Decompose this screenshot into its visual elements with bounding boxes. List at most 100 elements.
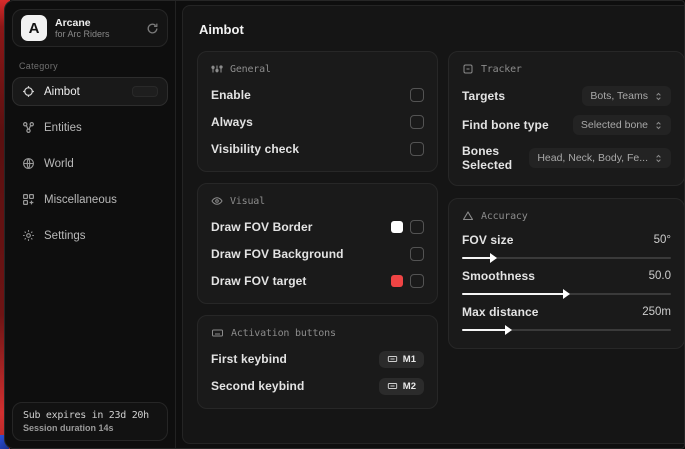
setting-row: Find bone type Selected bone xyxy=(462,115,671,135)
sliders-icon xyxy=(211,63,223,75)
general-card: General Enable Always Visibility check xyxy=(197,51,438,172)
sub-expiry-text: Sub expires in 23d 20h xyxy=(23,410,157,421)
keyboard-icon xyxy=(387,381,398,391)
card-header-label: Activation buttons xyxy=(231,328,336,339)
fov-size-slider[interactable] xyxy=(462,257,671,259)
accuracy-card: Accuracy FOV size 50° xyxy=(448,198,685,349)
find-bone-type-dropdown[interactable]: Selected bone xyxy=(573,115,671,135)
page-title: Aimbot xyxy=(199,22,685,37)
sidebar-item-label: Miscellaneous xyxy=(44,194,117,206)
sidebar-item-label: Aimbot xyxy=(44,86,80,98)
brand-card: A Arcane for Arc Riders xyxy=(12,9,168,47)
setting-row: Enable xyxy=(211,86,424,104)
dropdown-value: Head, Neck, Body, Fe... xyxy=(537,152,648,164)
sidebar-item-aimbot[interactable]: Aimbot xyxy=(12,77,168,106)
setting-row: Targets Bots, Teams xyxy=(462,86,671,106)
dropdown-value: Selected bone xyxy=(581,119,648,131)
slider-thumb[interactable] xyxy=(490,253,497,263)
session-duration-text: Session duration 14s xyxy=(23,423,157,433)
brand-logo: A xyxy=(21,15,47,41)
smoothness-slider[interactable] xyxy=(462,293,671,295)
second-keybind-button[interactable]: M2 xyxy=(379,378,424,395)
keybind-hint-badge xyxy=(132,86,158,97)
setting-label: FOV size xyxy=(462,233,513,247)
main-panel: Aimbot General Enable Alw xyxy=(182,5,685,444)
keybind-value: M1 xyxy=(403,354,416,365)
setting-label: First keybind xyxy=(211,352,287,366)
fov-size-slider-group: FOV size 50° xyxy=(462,233,671,259)
setting-label: Enable xyxy=(211,88,251,102)
visual-card: Visual Draw FOV Border Draw FOV Backgrou… xyxy=(197,183,438,304)
setting-label: Draw FOV target xyxy=(211,274,307,288)
slider-value: 50.0 xyxy=(649,270,671,282)
sidebar-item-settings[interactable]: Settings xyxy=(12,221,168,250)
setting-label: Always xyxy=(211,115,253,129)
first-keybind-button[interactable]: M1 xyxy=(379,351,424,368)
fov-background-checkbox[interactable] xyxy=(410,247,424,261)
visibility-check-checkbox[interactable] xyxy=(410,142,424,156)
triangle-icon xyxy=(462,210,474,222)
eye-icon xyxy=(211,195,223,207)
setting-row: Visibility check xyxy=(211,140,424,158)
chevron-up-down-icon xyxy=(654,91,663,102)
setting-row: First keybind M1 xyxy=(211,350,424,368)
keyboard-icon xyxy=(211,327,224,339)
sidebar-item-label: Entities xyxy=(44,122,82,134)
setting-row: Second keybind M2 xyxy=(211,377,424,395)
sidebar-item-world[interactable]: World xyxy=(12,149,168,178)
setting-label: Smoothness xyxy=(462,269,535,283)
fov-target-checkbox[interactable] xyxy=(410,274,424,288)
dropdown-value: Bots, Teams xyxy=(590,90,648,102)
enable-checkbox[interactable] xyxy=(410,88,424,102)
scan-minus-icon xyxy=(462,63,474,75)
sidebar-item-label: World xyxy=(44,158,74,170)
brand-name: Arcane xyxy=(55,17,138,29)
refresh-icon[interactable] xyxy=(146,22,159,35)
setting-label: Draw FOV Border xyxy=(211,220,313,234)
setting-label: Visibility check xyxy=(211,142,299,156)
gear-icon xyxy=(22,229,35,242)
brand-subtitle: for Arc Riders xyxy=(55,29,138,39)
setting-row: Always xyxy=(211,113,424,131)
entities-icon xyxy=(22,121,35,134)
tracker-card: Tracker Targets Bots, Teams Find bone ty… xyxy=(448,51,685,186)
keyboard-icon xyxy=(387,354,398,364)
category-label: Category xyxy=(19,61,168,71)
card-header-label: General xyxy=(230,64,271,75)
app-window: A Arcane for Arc Riders Category Aimbot xyxy=(4,0,685,449)
always-checkbox[interactable] xyxy=(410,115,424,129)
grid-icon xyxy=(22,193,35,206)
fov-target-color-swatch[interactable] xyxy=(391,275,403,287)
activation-buttons-card: Activation buttons First keybind M1 Seco… xyxy=(197,315,438,409)
globe-icon xyxy=(22,157,35,170)
slider-value: 250m xyxy=(642,306,671,318)
fov-border-color-swatch[interactable] xyxy=(391,221,403,233)
brand-initial: A xyxy=(29,20,40,37)
setting-row: Draw FOV target xyxy=(211,272,424,290)
card-header-label: Visual xyxy=(230,196,265,207)
sidebar-item-miscellaneous[interactable]: Miscellaneous xyxy=(12,185,168,214)
setting-label: Find bone type xyxy=(462,118,549,132)
sidebar: A Arcane for Arc Riders Category Aimbot xyxy=(5,1,176,448)
max-distance-slider-group: Max distance 250m xyxy=(462,305,671,331)
subscription-info-card: Sub expires in 23d 20h Session duration … xyxy=(12,402,168,441)
crosshair-icon xyxy=(22,85,35,98)
keybind-value: M2 xyxy=(403,381,416,392)
bones-selected-dropdown[interactable]: Head, Neck, Body, Fe... xyxy=(529,148,671,168)
max-distance-slider[interactable] xyxy=(462,329,671,331)
smoothness-slider-group: Smoothness 50.0 xyxy=(462,269,671,295)
setting-label: Second keybind xyxy=(211,379,304,393)
setting-row: Bones Selected Head, Neck, Body, Fe... xyxy=(462,144,671,172)
setting-label: Bones Selected xyxy=(462,144,529,172)
sidebar-item-entities[interactable]: Entities xyxy=(12,113,168,142)
setting-label: Max distance xyxy=(462,305,539,319)
slider-thumb[interactable] xyxy=(563,289,570,299)
setting-label: Targets xyxy=(462,89,505,103)
targets-dropdown[interactable]: Bots, Teams xyxy=(582,86,671,106)
setting-label: Draw FOV Background xyxy=(211,247,344,261)
chevron-up-down-icon xyxy=(654,120,663,131)
chevron-up-down-icon xyxy=(654,153,663,164)
slider-thumb[interactable] xyxy=(505,325,512,335)
slider-value: 50° xyxy=(654,234,671,246)
fov-border-checkbox[interactable] xyxy=(410,220,424,234)
